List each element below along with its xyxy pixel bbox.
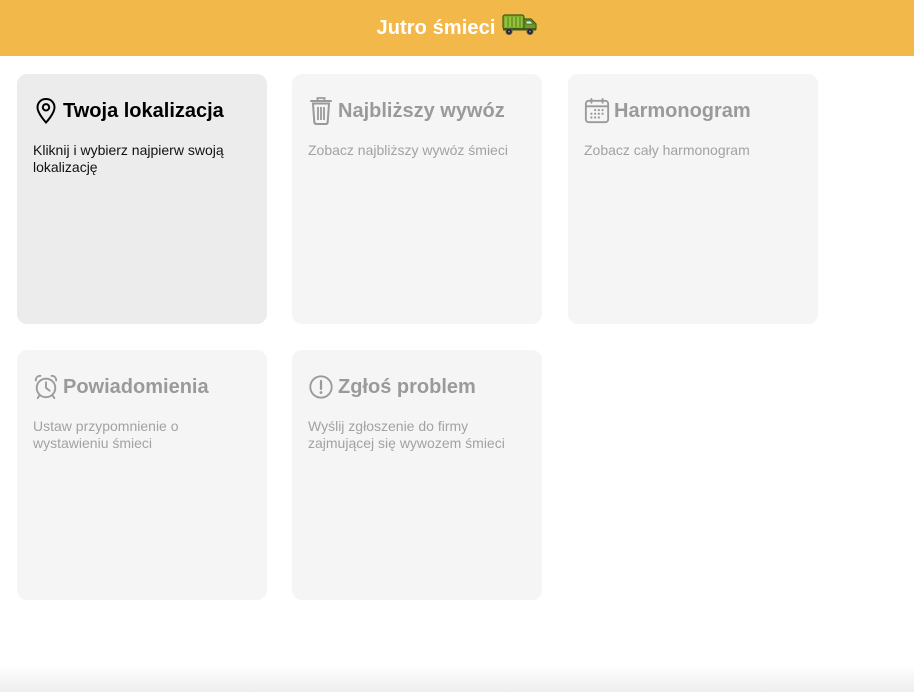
card-schedule[interactable]: Harmonogram Zobacz cały harmonogram [568, 74, 818, 324]
card-header: Twoja lokalizacja [33, 94, 251, 128]
exclamation-circle-icon [308, 372, 334, 402]
card-title: Harmonogram [614, 99, 751, 122]
card-report-problem[interactable]: Zgłoś problem Wyślij zgłoszenie do firmy… [292, 350, 542, 600]
bottom-shadow [0, 665, 914, 692]
app-title: Jutro śmieci [376, 16, 496, 39]
alarm-clock-icon [33, 372, 59, 402]
trash-can-icon [308, 96, 334, 126]
card-header: Harmonogram [584, 94, 802, 128]
card-description: Kliknij i wybierz najpierw swoją lokaliz… [33, 142, 224, 175]
card-header: Najbliższy wywóz [308, 94, 526, 128]
calendar-icon [584, 96, 610, 126]
card-notifications[interactable]: Powiadomienia Ustaw przypomnienie o wyst… [17, 350, 267, 600]
card-description: Zobacz najbliższy wywóz śmieci [308, 142, 508, 158]
card-next-pickup[interactable]: Najbliższy wywóz Zobacz najbliższy wywóz… [292, 74, 542, 324]
card-description: Zobacz cały harmonogram [584, 142, 750, 158]
card-title: Najbliższy wywóz [338, 99, 505, 122]
app-header: Jutro śmieci [0, 0, 914, 56]
card-title: Twoja lokalizacja [63, 99, 224, 122]
card-title: Powiadomienia [63, 375, 209, 398]
garbage-truck-icon [501, 12, 538, 41]
card-description: Ustaw przypomnienie o wystawieniu śmieci [33, 418, 179, 451]
card-location[interactable]: Twoja lokalizacja Kliknij i wybierz najp… [17, 74, 267, 324]
card-title: Zgłoś problem [338, 375, 476, 398]
card-header: Zgłoś problem [308, 370, 526, 404]
card-description: Wyślij zgłoszenie do firmy zajmującej si… [308, 418, 505, 451]
card-header: Powiadomienia [33, 370, 251, 404]
location-pin-icon [33, 96, 59, 126]
